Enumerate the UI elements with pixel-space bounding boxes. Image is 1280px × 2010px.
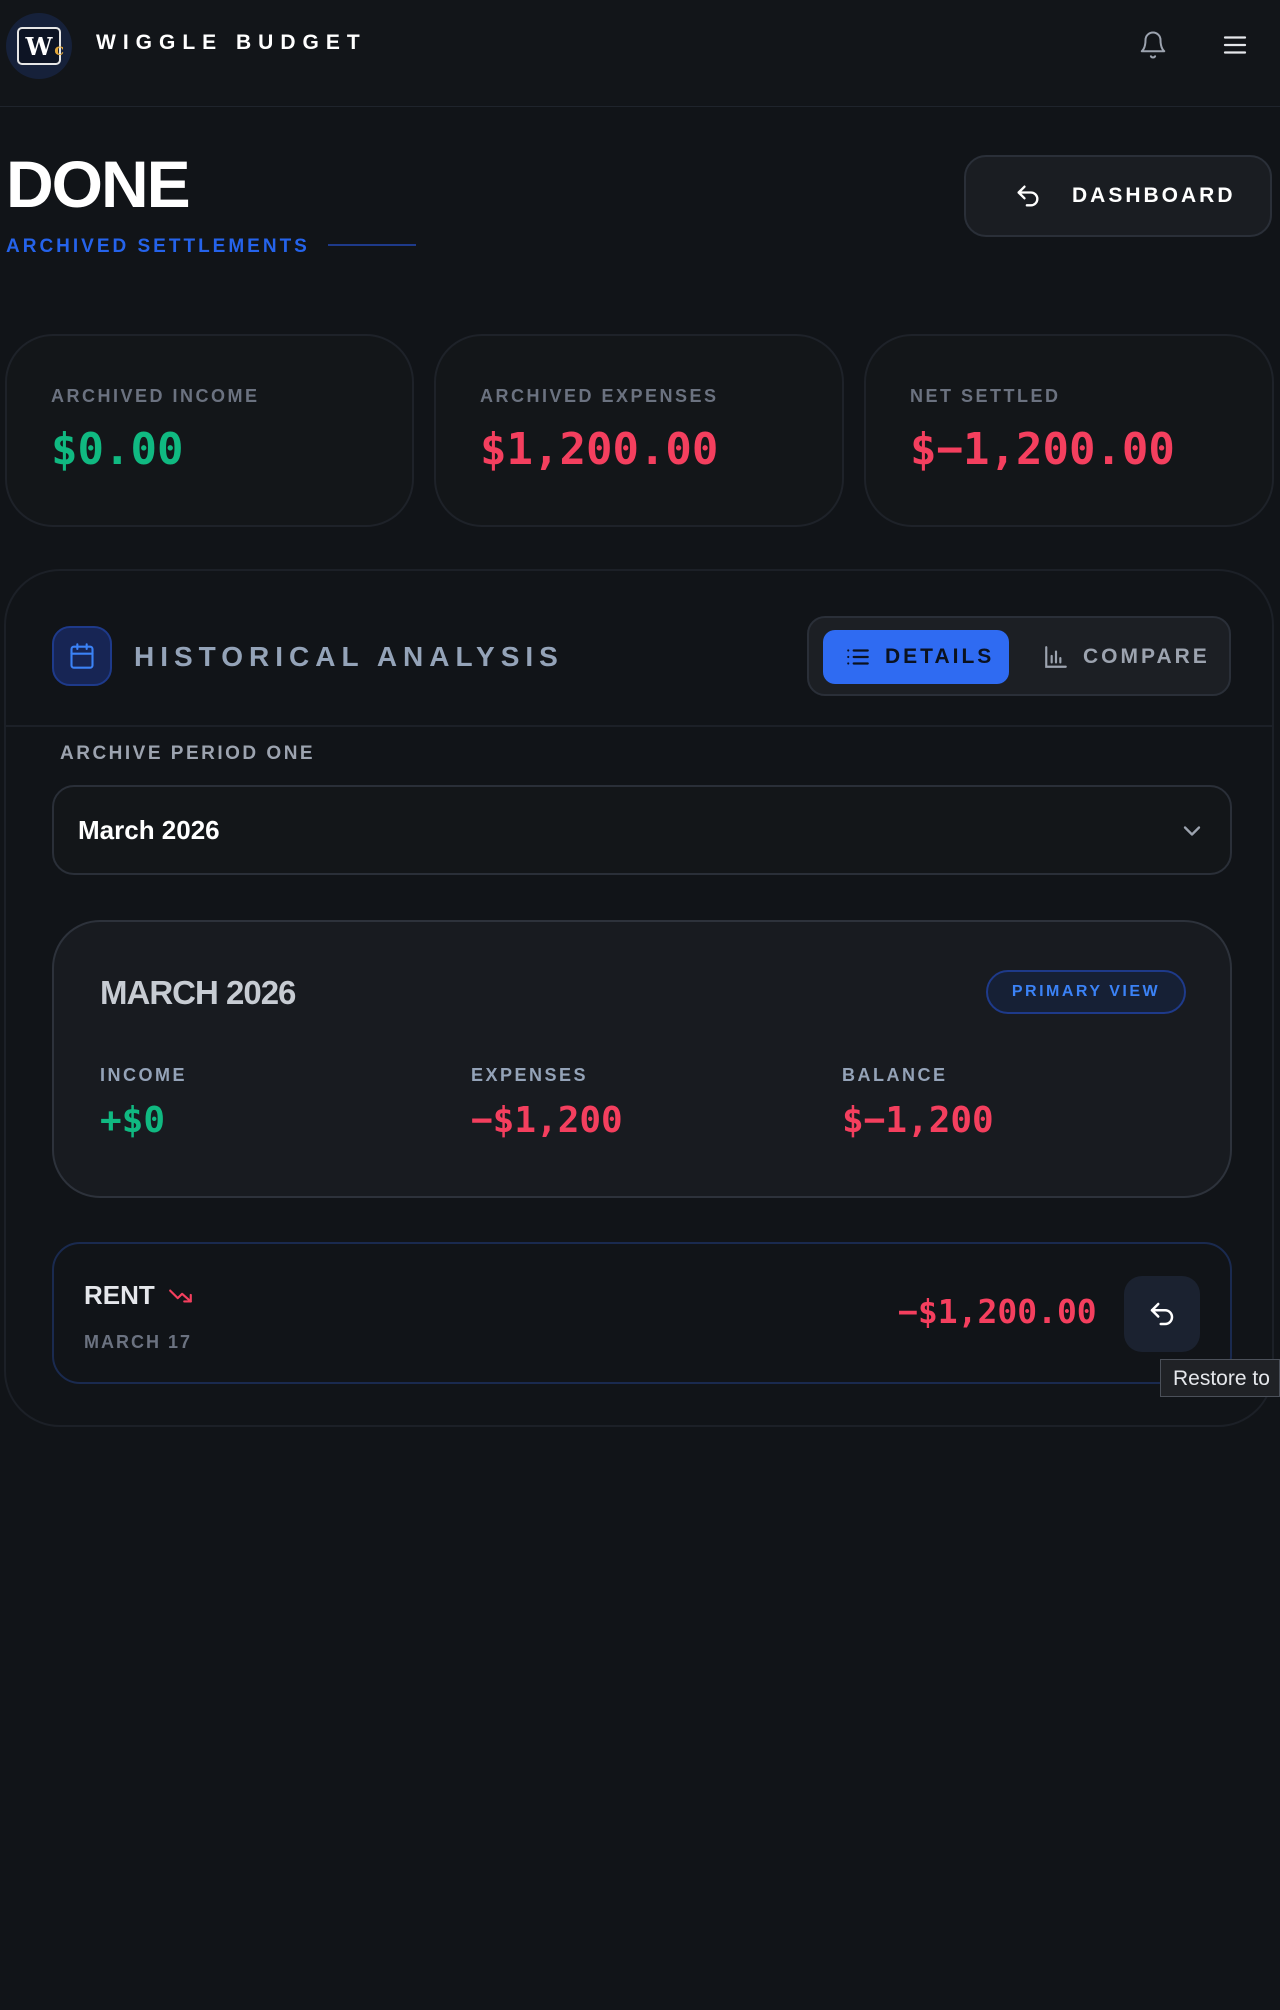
brand-name: WIGGLE BUDGET: [96, 31, 367, 54]
balance-value: $−1,200: [842, 1100, 994, 1141]
dashboard-button-label: DASHBOARD: [1072, 184, 1236, 207]
restore-tooltip: Restore to: [1160, 1359, 1280, 1397]
stat-label: ARCHIVED INCOME: [51, 386, 260, 406]
primary-view-badge: PRIMARY VIEW: [986, 970, 1186, 1014]
app-logo[interactable]: W c: [6, 13, 72, 79]
period-select[interactable]: March 2026: [52, 785, 1232, 875]
list-icon: [847, 649, 869, 665]
period-select-value: March 2026: [78, 815, 220, 845]
page-title: DONE: [6, 147, 191, 221]
balance-metric: BALANCE $−1,200: [842, 1065, 994, 1141]
expenses-metric: EXPENSES −$1,200: [471, 1065, 623, 1141]
stat-label: NET SETTLED: [910, 386, 1061, 406]
stat-value: $−1,200.00: [910, 424, 1175, 475]
bar-chart-icon: [1045, 646, 1067, 668]
bell-icon[interactable]: [1138, 28, 1168, 62]
summary-title: MARCH 2026: [100, 974, 296, 1011]
tab-compare-label: COMPARE: [1083, 645, 1210, 668]
net-settled-card: NET SETTLED $−1,200.00: [864, 334, 1274, 527]
income-label: INCOME: [100, 1065, 187, 1085]
chevron-down-icon: [1183, 826, 1201, 836]
tab-compare[interactable]: COMPARE: [1031, 630, 1221, 684]
archived-expenses-card: ARCHIVED EXPENSES $1,200.00: [434, 334, 844, 527]
hamburger-menu-icon[interactable]: [1220, 30, 1250, 60]
logo-letter: W: [25, 31, 53, 61]
transaction-row[interactable]: RENT MARCH 17 −$1,200.00: [52, 1242, 1232, 1384]
top-bar: W c WIGGLE BUDGET: [0, 0, 1280, 107]
balance-label: BALANCE: [842, 1065, 948, 1085]
trending-down-icon: [169, 1289, 192, 1303]
income-metric: INCOME +$0: [100, 1065, 187, 1141]
period-summary-card: MARCH 2026 PRIMARY VIEW INCOME +$0 EXPEN…: [52, 920, 1232, 1198]
tab-details-label: DETAILS: [885, 645, 995, 668]
restore-button[interactable]: [1124, 1276, 1200, 1352]
transaction-name: RENT: [84, 1280, 155, 1310]
calendar-icon: [70, 643, 94, 669]
historical-analysis-panel: HISTORICAL ANALYSIS DETAILS COMPARE ARCH…: [4, 569, 1274, 1427]
expenses-value: −$1,200: [471, 1100, 623, 1141]
transaction-date: MARCH 17: [84, 1332, 193, 1352]
undo-arrow-icon: [1150, 1302, 1174, 1326]
tab-details[interactable]: DETAILS: [823, 630, 1009, 684]
income-value: +$0: [100, 1100, 166, 1141]
stat-label: ARCHIVED EXPENSES: [480, 386, 719, 406]
transaction-amount: −$1,200.00: [898, 1292, 1097, 1331]
expenses-label: EXPENSES: [471, 1065, 589, 1085]
stat-value: $1,200.00: [480, 424, 719, 475]
archived-income-card: ARCHIVED INCOME $0.00: [5, 334, 414, 527]
panel-title: HISTORICAL ANALYSIS: [134, 641, 564, 672]
panel-header: HISTORICAL ANALYSIS DETAILS COMPARE: [6, 571, 1272, 727]
view-toggle: DETAILS COMPARE: [807, 616, 1231, 696]
undo-arrow-icon: [1017, 185, 1039, 207]
period-select-label: ARCHIVE PERIOD ONE: [60, 743, 316, 764]
dashboard-button[interactable]: DASHBOARD: [964, 155, 1272, 237]
page-subtitle: ARCHIVED SETTLEMENTS: [6, 236, 310, 257]
calendar-badge: [52, 626, 112, 686]
logo-mark: W c: [17, 27, 64, 65]
subtitle-divider: [328, 244, 416, 246]
logo-accent: c: [54, 40, 64, 59]
stat-value: $0.00: [51, 424, 184, 475]
